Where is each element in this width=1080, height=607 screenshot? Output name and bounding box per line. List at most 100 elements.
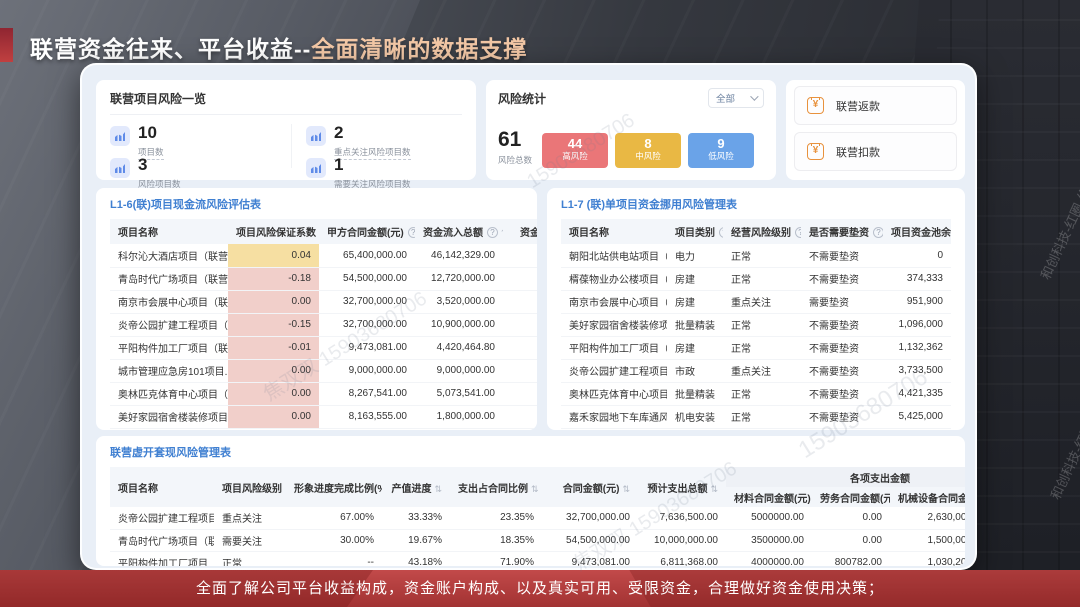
cell[interactable]: 54,500,000.00 [542,529,638,551]
column-header: 项目名称 [118,228,158,239]
cell[interactable]: 32,700,000.00 [319,290,415,313]
info-icon[interactable]: ? [719,227,723,238]
cell[interactable]: 32,700,000.00 [542,507,638,529]
bar-chart-icon [110,126,130,146]
cell: 3,295 [503,336,537,359]
cell[interactable]: 0.00 [812,529,890,551]
project-link[interactable]: 科尔沁大酒店项目（联营） [110,244,228,267]
fund-misuse-table-card: L1-7 (联)单项目资金挪用风险管理表 项目名称项目类别?经营风险级别?是否需… [547,188,965,430]
project-link[interactable]: 平阳构件加工厂项目（联营） [110,551,214,566]
info-icon[interactable]: ? [487,227,498,238]
cell: 不需要垫资 [801,382,883,405]
project-link[interactable]: 平阳构件加工厂项目（联... [110,336,228,359]
cell[interactable]: 4000000.00 [726,551,812,566]
sort-icon[interactable]: ⇅ [531,484,539,494]
project-link[interactable]: 楈葆物业办公楼项目（联... [561,267,667,290]
cell[interactable]: 9,000,000.00 [319,359,415,382]
joint-deduction-button[interactable]: ¥ 联营扣款 [794,132,957,171]
project-link[interactable]: 奥林匹克体育中心项目（... [561,382,667,405]
invoice-table-title: 联营虚开套现风险管理表 [110,444,965,460]
project-link[interactable]: 朝阳北站供电站项目（联... [561,244,667,267]
cell[interactable]: 1,030,200 [890,551,965,566]
table-row: 嘉禾家园地下车库通风项...机电安装正常不需要垫资5,425,000 [561,405,951,428]
divider [291,124,292,168]
money-envelope-icon: ¥ [807,143,824,160]
stat-value: 3 [138,155,147,174]
page-title-highlight: 全面清晰的数据支撑 [311,36,527,62]
stat-value: 2 [334,123,343,142]
footer-text: 全面了解公司平台收益构成，资金账户构成、以及真实可用、受限资金，合理做好资金使用… [0,570,1080,607]
page-title-main: 联营资金往来、平台收益-- [30,36,311,62]
table-row: 城市管理应急房101项目...0.009,000,000.009,000,000… [110,359,537,382]
info-icon[interactable]: ? [795,227,801,238]
cell[interactable]: 3,733,500 [883,359,951,382]
risk-filter-dropdown[interactable]: 全部 [708,88,764,108]
info-icon[interactable]: ? [873,227,883,238]
column-header: 是否需要垫资 [809,228,869,239]
chevron-down-icon [750,92,758,100]
project-link[interactable]: 青岛时代广场项目（联营） [110,529,214,551]
joint-refund-button[interactable]: ¥ 联营返款 [794,86,957,125]
table-row: 奥林匹克体育中心项目（...0.008,267,541.005,073,541.… [110,382,537,405]
sort-icon[interactable]: ⇅ [501,228,503,238]
cell: 市政 [667,359,723,382]
cell[interactable]: 1,096,000 [883,313,951,336]
project-link[interactable]: 嘉禾家园地下车库通风项... [561,405,667,428]
cell: 正常 [723,267,801,290]
sort-icon[interactable]: ⇅ [710,484,718,494]
dashboard-panel: 联营项目风险一览 10 项目数 2 重点关注风险项目数 3 风险项目数 1 需要… [80,63,977,570]
cell[interactable]: 8,163,555.00 [319,405,415,428]
project-link[interactable]: 美好家园宿舍楼装修项目... [110,405,228,428]
project-link[interactable]: 炎帝公园扩建工程项目（联... [110,507,214,529]
project-link[interactable]: 青岛时代广场项目（联营） [110,267,228,290]
cell[interactable]: 0 [883,244,951,267]
sort-icon[interactable]: ⇅ [434,484,442,494]
info-icon[interactable]: ? [408,227,415,238]
cell[interactable]: 65,400,000.00 [319,244,415,267]
cell[interactable]: 5,425,000 [883,405,951,428]
cell[interactable]: 8,267,541.00 [319,382,415,405]
column-header: 项目名称 [118,484,158,495]
project-link[interactable]: 炎帝公园扩建工程项目（... [110,313,228,336]
cell[interactable]: 1,500,000 [890,529,965,551]
cell[interactable]: 3500000.00 [726,529,812,551]
project-link[interactable]: 平阳构件加工厂项目（联... [561,336,667,359]
project-link[interactable]: 南京市会展中心项目（联... [561,290,667,313]
cell: -0.01 [228,336,319,359]
cell: -0.15 [228,313,319,336]
cell[interactable]: 2,630,000 [890,507,965,529]
cell: 3,520,000.00 [415,290,503,313]
column-header: 材料合同金额(元) [734,494,811,505]
project-link[interactable]: 城市管理应急房101项目... [110,359,228,382]
project-link[interactable]: 炎帝公园扩建工程项目（... [561,359,667,382]
cell[interactable]: 800782.00 [812,551,890,566]
project-link[interactable]: 南京市会展中心项目（联... [110,290,228,313]
table-row: 朝阳北站供电站项目（联...电力正常不需要垫资0 [561,244,951,267]
cell: 批量精装 [667,382,723,405]
mid-risk-badge: 8 中风险 [615,133,681,168]
table-row: 科尔沁大酒店项目（联营）0.0465,400,000.0046,142,329.… [110,244,537,267]
cell[interactable]: 374,333 [883,267,951,290]
cell[interactable]: 9,473,081.00 [319,336,415,359]
cell[interactable]: 9,473,081.00 [542,551,638,566]
cell[interactable]: 54,500,000.00 [319,267,415,290]
project-link[interactable]: 美好家园宿舍楼装修项目... [561,313,667,336]
cell[interactable]: 5000000.00 [726,507,812,529]
column-header: 劳务合同金额(元) [820,494,890,505]
project-link[interactable]: 奥林匹克体育中心项目（... [110,382,228,405]
column-header: 产值进度 [391,484,431,495]
badge-label: 高风险 [542,151,608,162]
cell: 12,771 [503,244,537,267]
cell[interactable]: 0.00 [812,507,890,529]
group-header: 各项支出金额 [726,467,965,487]
sort-icon[interactable]: ⇅ [622,484,630,494]
cell: 19.67% [382,529,450,551]
cell[interactable]: 1,132,362 [883,336,951,359]
cell: 0.04 [228,244,319,267]
cell[interactable]: 951,900 [883,290,951,313]
cell: 10,900,000.00 [415,313,503,336]
cell[interactable]: 4,421,335 [883,382,951,405]
cell[interactable]: 32,700,000.00 [319,313,415,336]
cell: 需要垫资 [801,290,883,313]
cell: 30.00% [286,529,382,551]
